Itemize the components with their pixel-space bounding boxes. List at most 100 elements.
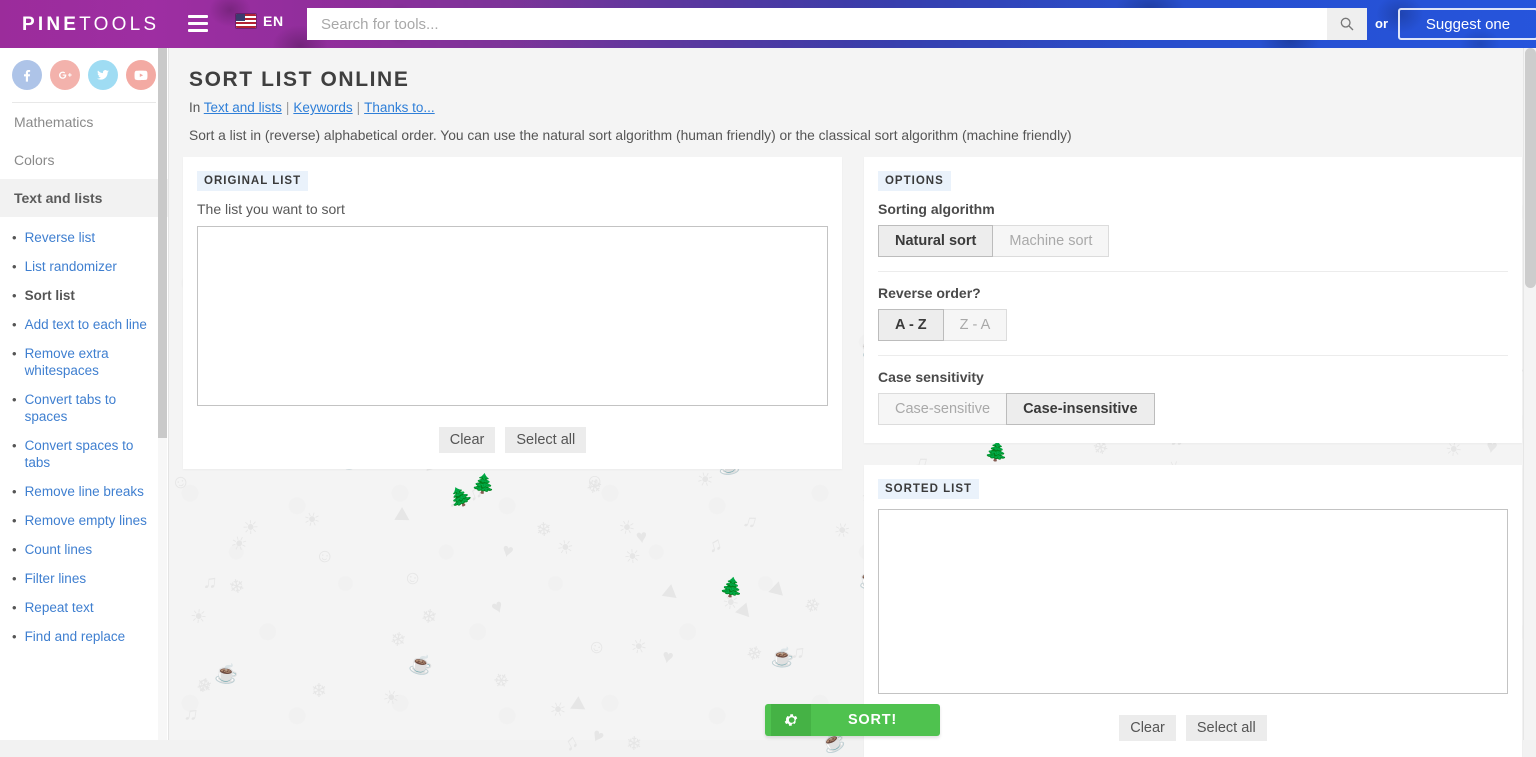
sidebar-item-sort-list[interactable]: • Sort list: [0, 281, 168, 310]
original-list-textarea[interactable]: [197, 226, 828, 406]
google-plus-icon[interactable]: [50, 60, 80, 90]
page-scrollbar[interactable]: [1523, 48, 1536, 740]
sidebar-item-add-text-to-each-line[interactable]: • Add text to each line: [0, 310, 168, 339]
gear-icon-wrap: [771, 704, 811, 736]
site-header: PINETOOLS EN or Suggest one: [0, 0, 1536, 48]
case-sensitive-button[interactable]: Case-sensitive: [877, 393, 1008, 425]
sidebar-item-label[interactable]: Repeat text: [25, 599, 94, 616]
sort-button-label: SORT!: [847, 712, 898, 728]
bullet-icon: •: [12, 230, 17, 245]
logo-light-part: TOOLS: [79, 14, 160, 35]
page-description: Sort a list in (reverse) alphabetical or…: [189, 128, 1072, 143]
search-bar[interactable]: [307, 8, 1367, 40]
sidebar: Mathematics Colors Text and lists • Rever…: [0, 48, 169, 740]
a-to-z-button[interactable]: A - Z: [877, 309, 944, 341]
twitter-icon[interactable]: [88, 60, 118, 90]
original-list-field-label: The list you want to sort: [197, 201, 345, 217]
sidebar-item-find-and-replace[interactable]: • Find and replace: [0, 622, 168, 651]
language-code-label: EN: [263, 13, 284, 29]
sidebar-item-convert-tabs-to-spaces[interactable]: • Convert tabs to spaces: [0, 385, 168, 431]
sidebar-item-filter-lines[interactable]: • Filter lines: [0, 564, 168, 593]
social-links: [0, 48, 168, 90]
sort-action-row: SORT!: [169, 704, 1536, 736]
original-select-all-button[interactable]: Select all: [505, 427, 587, 453]
main-content: SORT LIST ONLINE In Text and lists | Keywo…: [169, 48, 1536, 757]
sidebar-item-label[interactable]: Convert spaces to tabs: [25, 437, 158, 471]
sidebar-item-list-randomizer[interactable]: • List randomizer: [0, 252, 168, 281]
sidebar-item-remove-line-breaks[interactable]: • Remove line breaks: [0, 477, 168, 506]
case-insensitive-button[interactable]: Case-insensitive: [1006, 393, 1155, 425]
card-gap: [864, 443, 1522, 465]
sidebar-item-label[interactable]: Count lines: [25, 541, 93, 558]
page-header: SORT LIST ONLINE In Text and lists | Keywo…: [169, 48, 1536, 157]
original-list-buttons: Clear Select all: [197, 427, 828, 453]
sidebar-item-label[interactable]: Sort list: [25, 287, 75, 304]
sidebar-item-repeat-text[interactable]: • Repeat text: [0, 593, 168, 622]
breadcrumb-prefix: In: [189, 100, 201, 115]
bullet-icon: •: [12, 346, 17, 361]
sidebar-item-remove-empty-lines[interactable]: • Remove empty lines: [0, 506, 168, 535]
machine-sort-button[interactable]: Machine sort: [992, 225, 1110, 257]
bullet-icon: •: [12, 259, 17, 274]
sidebar-item-count-lines[interactable]: • Count lines: [0, 535, 168, 564]
bullet-icon: •: [12, 317, 17, 332]
z-to-a-button[interactable]: Z - A: [942, 309, 1008, 341]
sidebar-item-remove-extra-whitespaces[interactable]: • Remove extra whitespaces: [0, 339, 168, 385]
language-selector[interactable]: EN: [236, 13, 284, 29]
case-sensitivity-label: Case sensitivity: [877, 369, 984, 385]
sidebar-item-reverse-list[interactable]: • Reverse list: [0, 223, 168, 252]
bullet-icon: •: [12, 542, 17, 557]
gear-icon: [784, 714, 798, 726]
breadcrumb-link-thanks-to[interactable]: Thanks to...: [364, 100, 435, 115]
sort-button[interactable]: SORT!: [765, 704, 940, 736]
sidebar-item-label[interactable]: Remove line breaks: [25, 483, 144, 500]
breadcrumb-link-text-and-lists[interactable]: Text and lists: [204, 100, 282, 115]
sorted-list-tag: SORTED LIST: [877, 479, 980, 499]
sidebar-item-label[interactable]: Add text to each line: [25, 316, 147, 333]
us-flag-icon: [236, 14, 256, 28]
bullet-icon: •: [12, 392, 17, 407]
search-icon: [1340, 17, 1354, 31]
sorted-list-textarea[interactable]: [877, 509, 1508, 694]
sidebar-tool-list: • Reverse list • List randomizer • Sort list •…: [0, 217, 168, 651]
sidebar-item-label[interactable]: Reverse list: [25, 229, 96, 246]
options-divider: [877, 355, 1508, 356]
search-button[interactable]: [1327, 8, 1367, 40]
bullet-icon: •: [12, 571, 17, 586]
page-title: SORT LIST ONLINE: [189, 68, 410, 91]
sorting-algorithm-segmented: Natural sort Machine sort: [877, 225, 1508, 257]
suggest-one-button[interactable]: Suggest one: [1398, 8, 1536, 40]
sidebar-category-mathematics[interactable]: Mathematics: [0, 103, 168, 141]
natural-sort-button[interactable]: Natural sort: [877, 225, 994, 257]
sidebar-category-colors[interactable]: Colors: [0, 141, 168, 179]
sidebar-scrollbar-thumb[interactable]: [158, 48, 167, 438]
sidebar-item-label[interactable]: Find and replace: [25, 628, 126, 645]
sidebar-scrollbar[interactable]: [158, 48, 167, 740]
sidebar-item-convert-spaces-to-tabs[interactable]: • Convert spaces to tabs: [0, 431, 168, 477]
reverse-order-segmented: A - Z Z - A: [877, 309, 1508, 341]
bullet-icon: •: [12, 513, 17, 528]
content-columns: ORIGINAL LIST The list you want to sort …: [169, 157, 1536, 757]
bullet-icon: •: [12, 600, 17, 615]
site-logo[interactable]: PINETOOLS: [22, 14, 159, 36]
reverse-order-label: Reverse order?: [877, 285, 981, 301]
sidebar-category-text-and-lists[interactable]: Text and lists: [0, 179, 168, 217]
sidebar-item-label[interactable]: Filter lines: [25, 570, 87, 587]
bullet-icon: •: [12, 629, 17, 644]
options-tag: OPTIONS: [877, 171, 951, 191]
hamburger-icon[interactable]: [188, 15, 208, 32]
sidebar-item-label[interactable]: Convert tabs to spaces: [25, 391, 158, 425]
right-column: OPTIONS Sorting algorithm Natural sort M…: [863, 157, 1522, 757]
bullet-icon: •: [12, 288, 17, 303]
youtube-icon[interactable]: [126, 60, 156, 90]
page-scrollbar-thumb[interactable]: [1525, 48, 1536, 288]
breadcrumb-link-keywords[interactable]: Keywords: [293, 100, 352, 115]
facebook-icon[interactable]: [12, 60, 42, 90]
search-input[interactable]: [307, 9, 1327, 39]
sidebar-item-label[interactable]: Remove empty lines: [25, 512, 147, 529]
sidebar-item-label[interactable]: List randomizer: [25, 258, 117, 275]
breadcrumb-separator: |: [356, 100, 361, 115]
original-clear-button[interactable]: Clear: [438, 427, 496, 453]
sidebar-item-label[interactable]: Remove extra whitespaces: [25, 345, 158, 379]
options-divider: [877, 271, 1508, 272]
